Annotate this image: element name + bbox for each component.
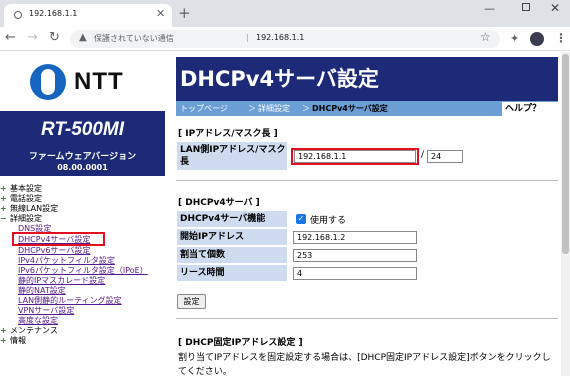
new-tab-button[interactable]: + <box>178 4 191 22</box>
window-close-icon[interactable]: ✕ <box>550 1 560 15</box>
forward-arrow-icon[interactable]: → <box>27 30 38 45</box>
nav-label: 基本設定 <box>10 184 42 193</box>
submit-button[interactable]: 設定 <box>177 294 206 309</box>
dhcp-function-label: DHCPv4サーバ機能 <box>177 211 287 227</box>
browser-toolbar: ← → ↻ ▲ 保護されていない通信 | 192.168.1.1 ☆ ✦ ⋮ <box>0 27 570 51</box>
globe-icon <box>14 11 22 19</box>
dhcp-section-title: [ DHCPv4サーバ ] <box>178 198 260 208</box>
scrollbar-thumb[interactable] <box>562 54 569 254</box>
nav-item-info[interactable]: + 情報 <box>0 336 26 346</box>
security-status[interactable]: 保護されていない通信 <box>94 33 174 44</box>
nav-label: 電話設定 <box>10 194 42 203</box>
nav-item-static-routing[interactable]: LAN側静的ルーティング設定 <box>18 296 122 306</box>
address-separator: | <box>246 33 249 42</box>
model-info-box: RT-500MI ファームウェアバージョン 08.00.0001 <box>0 111 165 176</box>
breadcrumb-separator: ＞ <box>248 104 256 113</box>
minimize-icon[interactable]: — <box>484 2 495 15</box>
nav-item-dhcpv6[interactable]: DHCPv6サーバ設定 <box>18 246 90 256</box>
ntt-logo-icon <box>30 64 66 100</box>
nav-item-static-masq[interactable]: 静的IPマスカレード設定 <box>18 276 105 286</box>
reload-icon[interactable]: ↻ <box>49 30 60 45</box>
nav-item-advanced[interactable]: − 詳細設定 <box>0 214 42 224</box>
fixed-ip-section-title: [ DHCP固定IPアドレス設定 ] <box>178 338 303 348</box>
maximize-icon[interactable] <box>522 3 530 11</box>
nav-item-ipv6-filter[interactable]: IPv6パケットフィルタ設定（IPoE） <box>18 266 148 276</box>
help-button[interactable]: ヘルプ？ <box>502 102 558 116</box>
ip-input-highlight <box>291 148 419 165</box>
dhcp-enable-label[interactable]: 使用する <box>310 213 346 226</box>
alloc-count-input[interactable] <box>293 249 417 262</box>
fixed-ip-description: 割り当てIPアドレスを固定設定する場合は、[DHCP固定IPアドレス設定]ボタン… <box>178 353 551 376</box>
divider <box>176 180 558 181</box>
tab-close-icon[interactable]: ✕ <box>156 7 165 20</box>
bookmark-star-icon[interactable]: ☆ <box>480 30 491 44</box>
mask-length-input[interactable] <box>427 150 463 163</box>
url-text[interactable]: 192.168.1.1 <box>256 33 304 42</box>
page-header: DHCPv4サーバ設定 <box>176 57 558 101</box>
nav-label: メンテナンス <box>10 326 58 335</box>
dhcp-enable-checkbox[interactable]: ✓ <box>296 214 306 224</box>
firmware-version: 08.00.0001 <box>57 163 108 172</box>
start-ip-input[interactable] <box>293 231 417 244</box>
profile-avatar[interactable] <box>530 32 544 46</box>
breadcrumb: トップページ ＞ 詳細設定 ＞ DHCPv4サーバ設定 <box>176 101 558 116</box>
ip-section-title: [ IPアドレス/マスク長 ] <box>178 129 278 139</box>
nav-item-phone[interactable]: + 電話設定 <box>0 194 42 204</box>
browser-tab[interactable]: 192.168.1.1 ✕ <box>4 4 172 27</box>
back-arrow-icon[interactable]: ← <box>5 30 16 45</box>
extensions-puzzle-icon[interactable]: ✦ <box>510 32 519 45</box>
breadcrumb-current: DHCPv4サーバ設定 <box>312 104 388 113</box>
breadcrumb-advanced-link[interactable]: 詳細設定 <box>258 103 290 114</box>
browser-tabbar: 192.168.1.1 ✕ + — ✕ <box>0 0 570 27</box>
kebab-menu-icon[interactable]: ⋮ <box>555 31 567 45</box>
nav-item-advanced-settings[interactable]: 高度な設定 <box>18 316 58 326</box>
nav-item-basic[interactable]: + 基本設定 <box>0 184 42 194</box>
alloc-count-label: 割当て個数 <box>177 247 287 263</box>
nav-item-wlan[interactable]: + 無線LAN設定 <box>0 204 58 214</box>
start-ip-label: 開始IPアドレス <box>177 229 287 245</box>
logo-text: NTT <box>74 68 124 95</box>
nav-label: 無線LAN設定 <box>10 204 59 213</box>
warning-icon[interactable]: ▲ <box>79 32 87 43</box>
firmware-label: ファームウェアバージョン <box>28 152 137 162</box>
lease-time-label: リース時間 <box>177 265 287 281</box>
lan-ip-label: LAN側IPアドレス/マスク長 <box>177 142 287 170</box>
ntt-logo: NTT <box>30 64 148 104</box>
breadcrumb-separator: ＞ <box>302 104 310 113</box>
nav-item-vpn[interactable]: VPNサーバ設定 <box>18 306 74 316</box>
nav-label: 情報 <box>10 336 26 345</box>
page-title: DHCPv4サーバ設定 <box>180 67 379 91</box>
divider <box>176 318 558 319</box>
breadcrumb-top-link[interactable]: トップページ <box>180 103 228 114</box>
tab-title: 192.168.1.1 <box>29 9 78 18</box>
nav-item-ipv4-filter[interactable]: IPv4パケットフィルタ設定 <box>18 256 115 266</box>
nav-label: 詳細設定 <box>10 214 42 223</box>
mask-slash: / <box>421 150 425 160</box>
nav-item-static-nat[interactable]: 静的NAT設定 <box>18 286 66 296</box>
model-name: RT-500MI <box>40 119 125 140</box>
address-bar[interactable]: ▲ 保護されていない通信 | 192.168.1.1 ☆ <box>70 30 500 48</box>
lease-time-input[interactable] <box>293 267 417 280</box>
nav-item-maintenance[interactable]: + メンテナンス <box>0 326 58 336</box>
nav-selection-highlight <box>12 232 105 246</box>
